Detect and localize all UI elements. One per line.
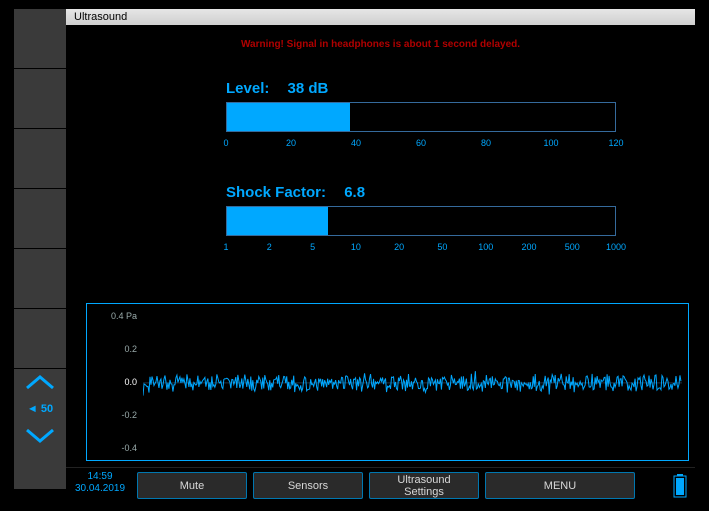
wave-ytick: 0.2 bbox=[124, 344, 137, 354]
tick-label: 50 bbox=[437, 242, 447, 252]
tick-label: 40 bbox=[351, 138, 361, 148]
tick-label: 20 bbox=[394, 242, 404, 252]
menu-button[interactable]: MENU bbox=[485, 472, 635, 499]
shock-label: Shock Factor: bbox=[226, 184, 326, 201]
shock-meter: Shock Factor: 6.8 1251020501002005001000 bbox=[226, 206, 616, 252]
tick-label: 5 bbox=[310, 242, 315, 252]
tick-label: 120 bbox=[608, 138, 623, 148]
shock-ticks: 1251020501002005001000 bbox=[226, 238, 616, 252]
waveform-panel: 0.4 Pa 0.2 0.0 -0.2 -0.4 bbox=[86, 303, 689, 461]
level-meter: Level: 38 dB 020406080100120 bbox=[226, 102, 616, 148]
time-text: 14:59 bbox=[66, 471, 134, 483]
shock-bar-track bbox=[226, 206, 616, 236]
ultrasound-settings-button[interactable]: Ultrasound Settings bbox=[369, 472, 479, 499]
side-value-display: ◄ 50 bbox=[14, 397, 66, 421]
wave-ytick: -0.2 bbox=[121, 410, 137, 420]
settings-label: Ultrasound Settings bbox=[397, 474, 450, 498]
tick-label: 80 bbox=[481, 138, 491, 148]
wave-ytick: 0.4 Pa bbox=[111, 311, 137, 321]
side-slot-5[interactable] bbox=[14, 309, 66, 369]
level-label: Level: bbox=[226, 80, 269, 97]
level-ticks: 020406080100120 bbox=[226, 134, 616, 148]
warning-text: Warning! Signal in headphones is about 1… bbox=[66, 25, 695, 50]
tick-label: 100 bbox=[478, 242, 493, 252]
down-arrow-button[interactable] bbox=[24, 425, 56, 445]
main-area: Warning! Signal in headphones is about 1… bbox=[66, 25, 695, 465]
tick-label: 200 bbox=[522, 242, 537, 252]
datetime-display: 14:59 30.04.2019 bbox=[66, 468, 134, 503]
tick-label: 60 bbox=[416, 138, 426, 148]
level-value: 38 dB bbox=[288, 80, 329, 97]
sensors-label: Sensors bbox=[288, 480, 328, 492]
mute-label: Mute bbox=[180, 480, 204, 492]
mute-button[interactable]: Mute bbox=[137, 472, 247, 499]
wave-y-axis: 0.4 Pa 0.2 0.0 -0.2 -0.4 bbox=[87, 304, 143, 460]
shock-value: 6.8 bbox=[344, 184, 365, 201]
tick-label: 20 bbox=[286, 138, 296, 148]
battery-icon bbox=[669, 468, 691, 503]
side-slot-0[interactable] bbox=[14, 9, 66, 69]
app-title: Ultrasound bbox=[74, 11, 127, 23]
level-bar-fill bbox=[227, 103, 350, 131]
shock-bar-fill bbox=[227, 207, 328, 235]
sidebar: ◄ 50 bbox=[14, 9, 66, 489]
up-arrow-button[interactable] bbox=[24, 373, 56, 393]
waveform bbox=[143, 310, 682, 456]
tick-label: 0 bbox=[223, 138, 228, 148]
tick-label: 100 bbox=[543, 138, 558, 148]
title-bar: Ultrasound bbox=[66, 9, 695, 25]
side-slot-1[interactable] bbox=[14, 69, 66, 129]
sensors-button[interactable]: Sensors bbox=[253, 472, 363, 499]
level-bar-track bbox=[226, 102, 616, 132]
tick-label: 1000 bbox=[606, 242, 626, 252]
side-slot-2[interactable] bbox=[14, 129, 66, 189]
menu-label: MENU bbox=[544, 480, 576, 492]
wave-ytick: 0.0 bbox=[124, 377, 137, 387]
bottom-bar: 14:59 30.04.2019 Mute Sensors Ultrasound… bbox=[66, 467, 695, 503]
tick-label: 10 bbox=[351, 242, 361, 252]
side-slot-4[interactable] bbox=[14, 249, 66, 309]
tick-label: 500 bbox=[565, 242, 580, 252]
side-slot-3[interactable] bbox=[14, 189, 66, 249]
date-text: 30.04.2019 bbox=[66, 483, 134, 495]
wave-ytick: -0.4 bbox=[121, 443, 137, 453]
tick-label: 2 bbox=[267, 242, 272, 252]
tick-label: 1 bbox=[223, 242, 228, 252]
